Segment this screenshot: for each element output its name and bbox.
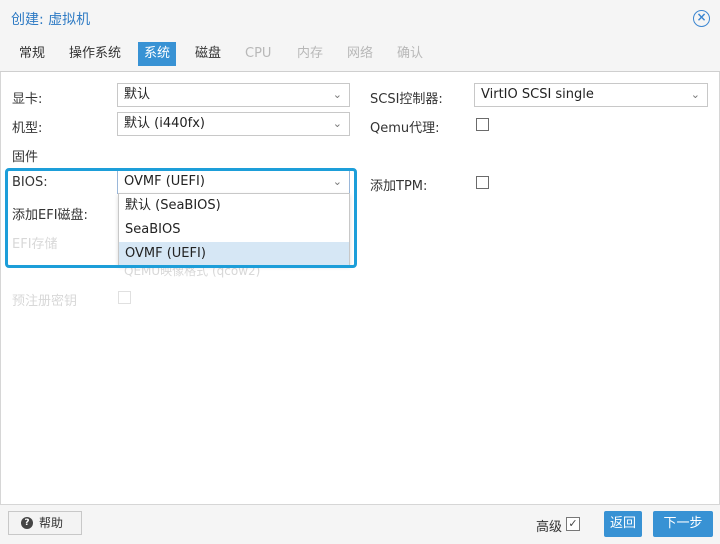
question-icon: ? xyxy=(21,517,33,529)
bios-select[interactable]: OVMF (UEFI) ⌄ xyxy=(117,170,350,194)
add-tpm-checkbox[interactable] xyxy=(476,176,489,189)
tab-system[interactable]: 系统 xyxy=(138,42,177,66)
efi-storage-label: EFI存储 xyxy=(12,237,58,252)
chevron-down-icon[interactable]: ⌄ xyxy=(333,84,342,106)
machine-select[interactable]: 默认 (i440fx) ⌄ xyxy=(117,112,350,136)
bios-option-ovmf-uefi[interactable]: OVMF (UEFI) xyxy=(119,242,349,266)
scsi-controller-label: SCSI控制器: xyxy=(370,92,443,107)
tab-confirm: 确认 xyxy=(397,46,424,61)
help-button-label: 帮助 xyxy=(39,516,64,530)
scsi-controller-value: VirtIO SCSI single xyxy=(481,87,594,102)
pre-enroll-keys-label: 预注册密钥 xyxy=(12,294,78,309)
pre-enroll-keys-checkbox xyxy=(118,291,131,304)
bios-option-seabios[interactable]: SeaBIOS xyxy=(119,218,349,242)
machine-select-value: 默认 (i440fx) xyxy=(124,116,205,131)
tab-bar: 常规 操作系统 系统 磁盘 CPU 内存 网络 确认 xyxy=(0,38,720,72)
bios-dropdown-list: 默认 (SeaBIOS) SeaBIOS OVMF (UEFI) xyxy=(118,193,350,266)
tab-general[interactable]: 常规 xyxy=(13,42,51,66)
tab-os[interactable]: 操作系统 xyxy=(63,42,127,66)
next-button[interactable]: 下一步 xyxy=(653,511,713,537)
form-panel xyxy=(0,72,720,504)
qemu-agent-checkbox[interactable] xyxy=(476,118,489,131)
bios-option-default-seabios[interactable]: 默认 (SeaBIOS) xyxy=(119,194,349,218)
machine-label: 机型: xyxy=(12,121,43,136)
chevron-down-icon[interactable]: ⌄ xyxy=(691,84,700,106)
back-button[interactable]: 返回 xyxy=(604,511,642,537)
close-icon[interactable]: × xyxy=(693,10,710,27)
tab-network: 网络 xyxy=(347,46,374,61)
graphics-label: 显卡: xyxy=(12,92,43,107)
graphics-select-value: 默认 xyxy=(124,87,151,102)
qemu-agent-label: Qemu代理: xyxy=(370,121,440,136)
add-efi-disk-label: 添加EFI磁盘: xyxy=(12,208,88,223)
add-tpm-label: 添加TPM: xyxy=(370,179,428,194)
bios-label: BIOS: xyxy=(12,175,48,190)
dialog-title: 创建: 虚拟机 xyxy=(11,12,91,28)
chevron-down-icon[interactable]: ⌄ xyxy=(333,171,342,193)
scsi-controller-select[interactable]: VirtIO SCSI single ⌄ xyxy=(474,83,708,107)
tab-disks[interactable]: 磁盘 xyxy=(189,42,227,66)
help-button[interactable]: ? 帮助 xyxy=(8,511,82,535)
tab-cpu: CPU xyxy=(245,46,272,61)
bios-select-value: OVMF (UEFI) xyxy=(124,174,205,189)
graphics-select[interactable]: 默认 ⌄ xyxy=(117,83,350,107)
tab-memory: 内存 xyxy=(297,46,324,61)
dialog-titlebar: 创建: 虚拟机 × xyxy=(0,0,720,38)
advanced-label: 高级 xyxy=(536,520,563,535)
advanced-checkbox[interactable]: ✓ xyxy=(566,517,580,531)
firmware-heading: 固件 xyxy=(12,150,39,165)
dialog-footer: ? 帮助 高级 ✓ 返回 下一步 xyxy=(0,504,720,544)
chevron-down-icon[interactable]: ⌄ xyxy=(333,113,342,135)
